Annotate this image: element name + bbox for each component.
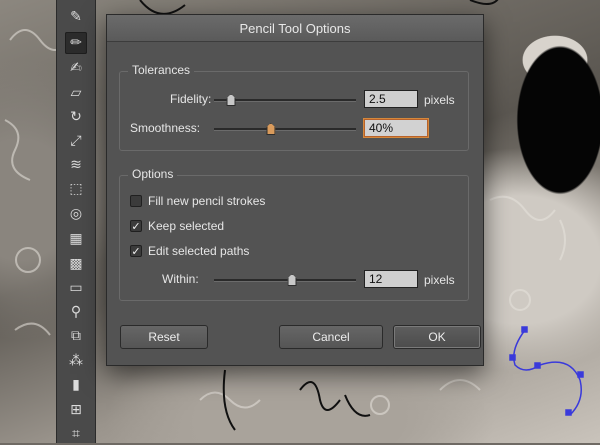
pencil-icon[interactable]: ✏ xyxy=(65,32,87,54)
keep-selected-label: Keep selected xyxy=(148,219,225,233)
within-slider-track xyxy=(214,279,356,282)
width-icon[interactable]: ≋ xyxy=(65,154,87,176)
paintbrush-icon[interactable]: ✎ xyxy=(65,6,87,28)
perspective-grid-icon[interactable]: ▦ xyxy=(65,228,87,250)
dialog-titlebar[interactable]: Pencil Tool Options xyxy=(107,15,483,42)
smoothness-slider-track xyxy=(214,128,356,131)
fidelity-label: Fidelity: xyxy=(170,92,212,106)
tolerances-group: Tolerances Fidelity: pixels Smoothness: xyxy=(119,63,469,151)
fill-new-pencil-strokes-checkbox[interactable]: Fill new pencil strokes xyxy=(130,194,265,208)
edit-selected-paths-checkbox[interactable]: ✓ Edit selected paths xyxy=(130,244,249,258)
tolerances-title: Tolerances xyxy=(128,63,195,77)
fill-new-checkbox-box[interactable] xyxy=(130,195,142,207)
cancel-button[interactable]: Cancel xyxy=(279,325,383,349)
column-graph-icon[interactable]: ▮ xyxy=(65,374,87,396)
keep-selected-checkbox[interactable]: ✓ Keep selected xyxy=(130,219,224,233)
artboard-icon[interactable]: ⊞ xyxy=(65,399,87,421)
within-slider[interactable] xyxy=(214,273,356,287)
pencil-tool-options-dialog: Pencil Tool Options Tolerances Fidelity:… xyxy=(106,14,484,366)
within-slider-thumb[interactable] xyxy=(287,274,297,286)
shape-builder-icon[interactable]: ◎ xyxy=(65,203,87,225)
eyedropper-icon[interactable]: ⚲ xyxy=(65,301,87,323)
smoothness-input[interactable] xyxy=(364,119,428,137)
smoothness-slider[interactable] xyxy=(214,122,356,136)
tools-panel: ✎ ✏ ✍ ▱ ↻ ⤢ ≋ ⬚ ◎ ▦ ▩ ▭ ⚲ ⧉ ⁂ ▮ ⊞ ⌗ xyxy=(56,0,96,443)
blob-brush-icon[interactable]: ✍ xyxy=(65,57,87,79)
keep-selected-checkbox-box[interactable]: ✓ xyxy=(130,220,142,232)
within-unit: pixels xyxy=(424,273,455,287)
symbol-sprayer-icon[interactable]: ⁂ xyxy=(65,350,87,372)
scale-icon[interactable]: ⤢ xyxy=(65,130,87,152)
within-label: Within: xyxy=(162,272,199,286)
free-transform-icon[interactable]: ⬚ xyxy=(65,178,87,200)
slice-icon[interactable]: ⌗ xyxy=(65,423,87,445)
smoothness-slider-thumb[interactable] xyxy=(266,123,276,135)
options-group: Options Fill new pencil strokes ✓ Keep s… xyxy=(119,167,469,301)
smoothness-label: Smoothness: xyxy=(130,121,201,135)
edit-selected-checkbox-box[interactable]: ✓ xyxy=(130,245,142,257)
dialog-title: Pencil Tool Options xyxy=(239,20,351,36)
gradient-icon[interactable]: ▭ xyxy=(65,277,87,299)
edit-selected-label: Edit selected paths xyxy=(148,244,250,258)
mesh-icon[interactable]: ▩ xyxy=(65,253,87,275)
fidelity-slider-thumb[interactable] xyxy=(226,94,236,106)
fidelity-slider[interactable] xyxy=(214,93,356,107)
reset-button[interactable]: Reset xyxy=(120,325,208,349)
within-input[interactable] xyxy=(364,270,418,288)
options-title: Options xyxy=(128,167,178,181)
selected-path xyxy=(509,326,584,416)
fill-new-label: Fill new pencil strokes xyxy=(148,194,266,208)
rotate-icon[interactable]: ↻ xyxy=(65,106,87,128)
fidelity-input[interactable] xyxy=(364,90,418,108)
eraser-icon[interactable]: ▱ xyxy=(65,82,87,104)
ok-button[interactable]: OK xyxy=(393,325,481,349)
blend-icon[interactable]: ⧉ xyxy=(65,325,87,347)
fidelity-unit: pixels xyxy=(424,93,455,107)
